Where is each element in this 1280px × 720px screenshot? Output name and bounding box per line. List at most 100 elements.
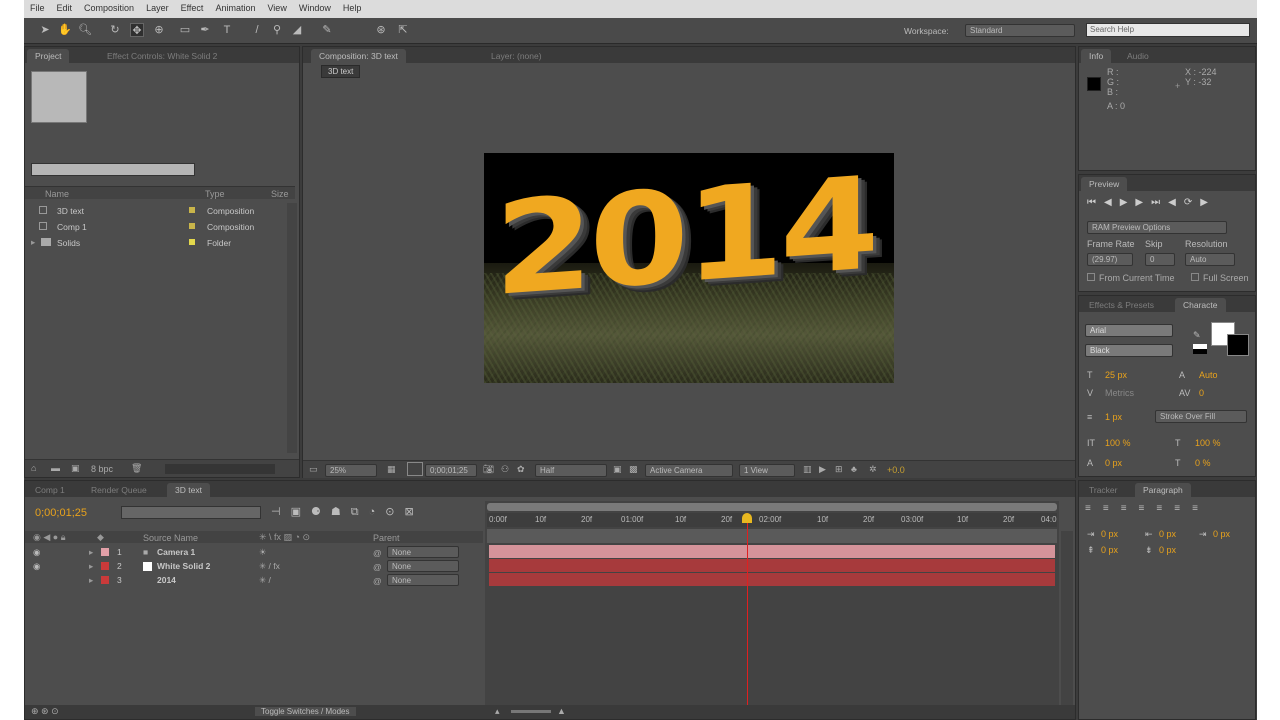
motion-blur-icon[interactable]: ◔ bbox=[369, 506, 386, 518]
shy-icon[interactable]: ☗ bbox=[331, 506, 351, 518]
font-size-value[interactable]: 25 px bbox=[1105, 370, 1127, 380]
tab-paragraph[interactable]: Paragraph bbox=[1135, 483, 1191, 497]
work-area-bar[interactable] bbox=[487, 503, 1057, 511]
timeline-zoom-slider[interactable] bbox=[511, 710, 551, 713]
workspace-select[interactable]: Standard bbox=[965, 24, 1075, 37]
font-family-select[interactable]: Arial bbox=[1085, 324, 1173, 337]
zoom-out-icon[interactable]: ▴ bbox=[495, 706, 500, 717]
parent-select[interactable]: None bbox=[387, 560, 459, 572]
snapshot-icon[interactable]: 📷︎ bbox=[483, 464, 494, 475]
play-icon[interactable]: ▶ bbox=[1120, 197, 1136, 208]
layer-row[interactable]: ◉ ▸ 2 White Solid 2 ✳ / fx @ None bbox=[25, 559, 483, 573]
project-item[interactable]: ▸ Solids Folder bbox=[25, 235, 299, 251]
type-tool-icon[interactable]: T bbox=[220, 23, 234, 37]
indent-left-value[interactable]: 0 px bbox=[1101, 529, 1118, 539]
stroke-type-select[interactable]: Stroke Over Fill bbox=[1155, 410, 1247, 423]
timeline-timecode[interactable]: 0;00;01;25 bbox=[35, 507, 87, 519]
menu-effect[interactable]: Effect bbox=[175, 0, 210, 13]
layer-label-swatch[interactable] bbox=[101, 576, 109, 584]
menu-file[interactable]: File bbox=[24, 0, 51, 13]
column-name[interactable]: Name bbox=[45, 189, 69, 199]
show-snapshot-icon[interactable]: ⚇ bbox=[501, 464, 509, 475]
hand-tool-icon[interactable]: ✋ bbox=[58, 23, 72, 37]
layer-name[interactable]: 2014 bbox=[157, 575, 176, 585]
timeline-vscrollbar[interactable] bbox=[1061, 531, 1073, 715]
menu-layer[interactable]: Layer bbox=[140, 0, 175, 13]
parent-select[interactable]: None bbox=[387, 574, 459, 586]
first-frame-icon[interactable]: ⏮ bbox=[1087, 197, 1104, 208]
layer-label-swatch[interactable] bbox=[101, 562, 109, 570]
zoom-in-icon[interactable]: ▲ bbox=[557, 706, 566, 716]
eraser-tool-icon[interactable]: ◢ bbox=[290, 23, 304, 37]
horizontal-scale-value[interactable]: 100 % bbox=[1195, 438, 1221, 448]
zoom-tool-icon[interactable]: 🔍︎ bbox=[78, 23, 92, 37]
visibility-icon[interactable]: ◉ bbox=[33, 547, 40, 558]
playhead-handle[interactable] bbox=[742, 513, 752, 523]
time-ruler[interactable]: 0:00f 10f 20f 01:00f 10f 20f 02:00f 10f … bbox=[487, 513, 1057, 527]
layer-row[interactable]: ◉ ▸ 1 ■ Camera 1 ☀ @ None bbox=[25, 545, 483, 559]
font-style-select[interactable]: Black bbox=[1085, 344, 1173, 357]
menu-animation[interactable]: Animation bbox=[209, 0, 261, 13]
vertical-scale-value[interactable]: 100 % bbox=[1105, 438, 1131, 448]
layer-name[interactable]: White Solid 2 bbox=[157, 561, 210, 571]
tab-character[interactable]: Characte bbox=[1175, 298, 1226, 312]
new-folder-icon[interactable]: ▬ bbox=[51, 463, 60, 473]
reset-exposure-icon[interactable]: ✲ bbox=[869, 464, 877, 475]
comp-timecode[interactable]: 0;00;01;25 bbox=[425, 464, 477, 477]
project-item[interactable]: 3D text Composition bbox=[25, 203, 299, 219]
menu-view[interactable]: View bbox=[261, 0, 292, 13]
next-frame-icon[interactable]: ▶ bbox=[1135, 197, 1151, 208]
layer-bar-white-solid-2[interactable] bbox=[489, 559, 1055, 572]
justify-all-icon[interactable]: ≡ bbox=[1192, 503, 1210, 514]
local-axis-icon[interactable]: ⊛ bbox=[374, 23, 388, 37]
roi-icon[interactable]: ▣ bbox=[613, 464, 622, 475]
toggle-pixel-aspect-icon[interactable]: ▥ bbox=[803, 464, 812, 475]
align-left-icon[interactable]: ≡ bbox=[1085, 503, 1103, 514]
fast-preview-icon[interactable]: ▶ bbox=[819, 464, 826, 475]
av-features-icon[interactable]: ◉ ◀ ● 🔒︎ bbox=[33, 532, 66, 543]
column-type[interactable]: Type bbox=[205, 189, 225, 199]
eyedropper-icon[interactable]: ✎ bbox=[1193, 330, 1201, 341]
layer-bar-camera-1[interactable] bbox=[489, 545, 1055, 558]
expand-triangle-icon[interactable]: ▸ bbox=[89, 575, 93, 586]
tab-preview[interactable]: Preview bbox=[1081, 177, 1128, 191]
safe-zones-icon[interactable]: ▦ bbox=[387, 464, 396, 475]
skip-select[interactable]: 0 bbox=[1145, 253, 1175, 266]
first-line-indent-value[interactable]: 0 px bbox=[1213, 529, 1230, 539]
project-hscrollbar[interactable] bbox=[165, 464, 275, 474]
bpc-label[interactable]: 8 bpc bbox=[91, 464, 113, 474]
label-column-icon[interactable]: ◆ bbox=[97, 532, 104, 543]
expand-triangle-icon[interactable]: ▸ bbox=[31, 237, 35, 248]
clone-stamp-tool-icon[interactable]: ⚲ bbox=[270, 23, 284, 37]
visibility-icon[interactable]: ◉ bbox=[33, 561, 40, 572]
transparency-grid-icon[interactable]: ▩ bbox=[629, 464, 638, 475]
kerning-value[interactable]: Metrics bbox=[1105, 388, 1134, 398]
resolution-select[interactable]: Half bbox=[535, 464, 607, 477]
expand-triangle-icon[interactable]: ▸ bbox=[89, 561, 93, 572]
frame-rate-select[interactable]: (29.97) bbox=[1087, 253, 1133, 266]
default-colors-icon[interactable] bbox=[1193, 344, 1207, 354]
zoom-select[interactable]: 25% bbox=[325, 464, 377, 477]
ram-preview-options-select[interactable]: RAM Preview Options bbox=[1087, 221, 1227, 234]
brainstorm-icon[interactable]: ⊠ bbox=[404, 506, 423, 518]
pen-tool-icon[interactable]: ✒ bbox=[198, 23, 212, 37]
layer-switches-icon[interactable]: ⊕ ⊛ ⊙ bbox=[31, 706, 59, 717]
menu-help[interactable]: Help bbox=[337, 0, 368, 13]
timeline-graph-area[interactable]: 0:00f 10f 20f 01:00f 10f 20f 02:00f 10f … bbox=[485, 501, 1059, 715]
menu-window[interactable]: Window bbox=[293, 0, 337, 13]
source-name-column[interactable]: Source Name bbox=[143, 533, 198, 543]
label-swatch[interactable] bbox=[189, 223, 195, 229]
timeline-icon[interactable]: ⊞ bbox=[835, 464, 843, 475]
live-update-icon[interactable]: ▣ bbox=[291, 506, 311, 518]
label-swatch[interactable] bbox=[189, 207, 195, 213]
tsume-value[interactable]: 0 % bbox=[1195, 458, 1211, 468]
audio-icon[interactable]: ◀ bbox=[1168, 197, 1184, 208]
project-item[interactable]: Comp 1 Composition bbox=[25, 219, 299, 235]
align-center-icon[interactable]: ≡ bbox=[1103, 503, 1121, 514]
parent-column[interactable]: Parent bbox=[373, 533, 400, 543]
pickwhip-icon[interactable]: @ bbox=[373, 562, 382, 572]
new-comp-icon[interactable]: ▣ bbox=[71, 463, 80, 474]
camera-tool-icon[interactable]: ✥ bbox=[130, 23, 144, 37]
last-frame-icon[interactable]: ⏭ bbox=[1151, 197, 1168, 208]
camera-view-select[interactable]: Active Camera bbox=[645, 464, 733, 477]
